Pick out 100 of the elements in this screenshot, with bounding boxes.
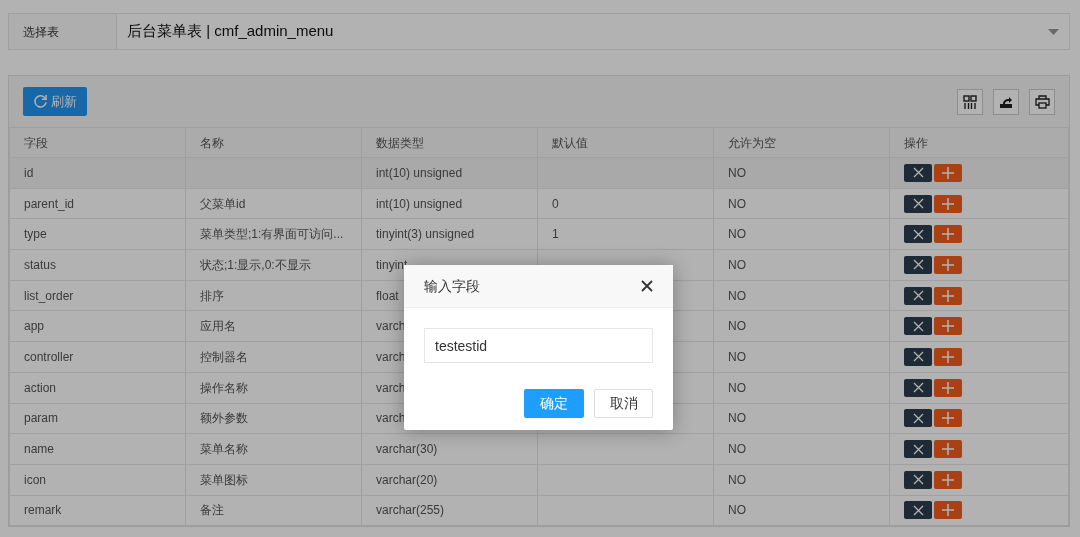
close-icon (912, 474, 924, 486)
dialog-title: 输入字段 (424, 276, 481, 296)
table-cell: action (24, 380, 57, 395)
plus-icon (942, 504, 954, 517)
table-cell: 菜单名称 (200, 442, 248, 457)
table-cell: list_order (24, 288, 74, 303)
refresh-icon (33, 94, 48, 109)
print-button[interactable] (1029, 88, 1055, 115)
delete-button[interactable] (904, 194, 932, 213)
delete-button[interactable] (904, 378, 932, 397)
close-icon (912, 167, 924, 179)
table-cell: NO (728, 349, 746, 364)
column-header: 操作 (904, 135, 928, 150)
delete-button[interactable] (904, 225, 932, 244)
table-cell: NO (728, 442, 746, 457)
table-cell: NO (728, 227, 746, 242)
table-cell: NO (728, 257, 746, 272)
plus-icon (942, 350, 954, 363)
table-cell: remark (24, 503, 62, 518)
table-cell: varchar(255) (376, 503, 445, 518)
table-cell: 状态;1:显示,0:不显示 (200, 257, 311, 272)
table-cell: float (376, 288, 399, 303)
plus-icon (942, 473, 954, 486)
plus-icon (942, 258, 954, 271)
table-cell: type (24, 227, 47, 242)
input-field[interactable]: testestid (424, 328, 653, 363)
plus-icon (942, 443, 954, 456)
plus-icon (942, 381, 954, 394)
table-cell: 控制器名 (200, 349, 248, 364)
table-cell: id (24, 165, 34, 180)
table-cell: NO (728, 196, 746, 211)
table-cell: NO (728, 319, 746, 334)
table-cell: icon (24, 472, 46, 487)
plus-icon (942, 228, 954, 241)
table-cell: tinyint(3) unsigned (376, 227, 475, 242)
table-cell: 排序 (200, 288, 224, 303)
plus-icon (942, 289, 954, 302)
table-cell: int(10) unsigned (376, 165, 463, 180)
delete-button[interactable] (904, 286, 932, 305)
table-cell: parent_id (24, 196, 75, 211)
column-header: 名称 (200, 135, 224, 150)
column-header: 允许为空 (728, 135, 776, 150)
column-header: 默认值 (552, 135, 588, 150)
select-value: 后台菜单表 | cmf_admin_menu (126, 21, 335, 42)
close-icon[interactable] (641, 280, 653, 292)
table-cell: varchar(30) (376, 442, 438, 457)
print-icon (1034, 94, 1050, 109)
table-cell: 菜单类型;1:有界面可访问... (200, 227, 344, 242)
close-icon (912, 382, 924, 394)
table-cell: NO (728, 165, 746, 180)
delete-button[interactable] (904, 163, 932, 182)
table-cell: status (24, 257, 56, 272)
close-icon (912, 198, 924, 210)
close-icon (912, 412, 924, 424)
table-cell: param (24, 411, 58, 426)
column-header: 字段 (24, 135, 48, 150)
table-cell: controller (24, 349, 74, 364)
table-cell: 备注 (200, 503, 224, 518)
table-cell: 父菜单id (200, 196, 246, 211)
table-cell: 应用名 (200, 319, 236, 334)
close-icon (912, 259, 924, 271)
table-cell: NO (728, 288, 746, 303)
delete-button[interactable] (904, 470, 932, 489)
table-cell: name (24, 442, 55, 457)
table-cell: 0 (552, 196, 559, 211)
close-icon (912, 320, 924, 332)
table-cell: app (24, 319, 45, 334)
plus-icon (942, 412, 954, 425)
close-icon (912, 443, 924, 455)
plus-icon (942, 166, 954, 179)
table-cell: int(10) unsigned (376, 196, 463, 211)
table-cell: 操作名称 (200, 380, 248, 395)
table-cell: NO (728, 380, 746, 395)
plus-icon (942, 320, 954, 333)
table-cell: varchar(20) (376, 472, 438, 487)
plus-icon (942, 197, 954, 210)
delete-button[interactable] (904, 501, 932, 520)
dropdown-caret-icon (1048, 28, 1059, 35)
table-cell: 1 (552, 227, 559, 242)
table-cell: NO (728, 411, 746, 426)
table-cell: NO (728, 472, 746, 487)
column-header: 数据类型 (376, 135, 424, 150)
table-cell: 额外参数 (200, 411, 248, 426)
table-cell: NO (728, 503, 746, 518)
cancel-button[interactable]: 取消 (594, 389, 653, 418)
delete-button[interactable] (904, 409, 932, 428)
columns-icon (963, 94, 977, 109)
delete-button[interactable] (904, 440, 932, 459)
delete-button[interactable] (904, 347, 932, 366)
close-icon (912, 504, 924, 516)
table-select[interactable]: 选择表 后台菜单表 | cmf_admin_menu (8, 13, 1070, 50)
export-button[interactable] (993, 88, 1019, 115)
table-cell: 菜单图标 (200, 472, 248, 487)
delete-button[interactable] (904, 255, 932, 274)
export-icon (999, 94, 1013, 109)
close-icon (912, 351, 924, 363)
columns-button[interactable] (957, 88, 983, 115)
select-label: 选择表 (9, 14, 117, 49)
delete-button[interactable] (904, 317, 932, 336)
close-icon (912, 290, 924, 302)
